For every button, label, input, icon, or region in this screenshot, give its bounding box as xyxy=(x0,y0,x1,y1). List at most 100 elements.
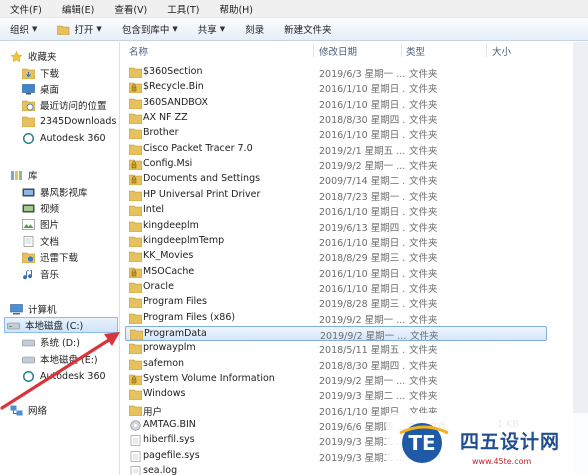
folder-icon xyxy=(129,390,142,401)
folder-icon xyxy=(129,190,142,201)
file-row[interactable]: Documents and Settings 2009/7/14 星期二 ... 文… xyxy=(125,172,547,187)
file-row[interactable]: MSOCache 2016/1/10 星期日 ... 文件夹 xyxy=(125,265,547,280)
computer-header[interactable]: 计算机 xyxy=(10,301,119,317)
file-row[interactable]: safemon 2018/8/30 星期四 ... 文件夹 xyxy=(125,357,547,372)
file-name: 用户 xyxy=(143,406,163,418)
file-type: 文件夹 xyxy=(409,391,438,403)
watermark: TE 四五设计网 www.45te.com xyxy=(386,413,588,475)
folder-icon xyxy=(22,116,35,127)
nav-item-autodesk-360-drive[interactable]: Autodesk 360 xyxy=(22,368,119,384)
nav-item-label: 迅雷下载 xyxy=(40,253,79,264)
open-button[interactable]: 打开 ▼ xyxy=(57,22,102,36)
computer-icon xyxy=(10,303,23,314)
nav-item-label: 桌面 xyxy=(40,85,60,96)
nav-item-music[interactable]: 音乐 xyxy=(22,266,119,282)
nav-item-documents[interactable]: 文档 xyxy=(22,233,119,249)
file-row[interactable]: Windows 2019/9/3 星期二 ... 文件夹 xyxy=(125,387,547,402)
file-type: 文件夹 xyxy=(409,161,438,173)
file-type: 文件夹 xyxy=(409,314,438,326)
file-row[interactable]: HP Universal Print Driver 2018/7/23 星期一 .… xyxy=(125,188,547,203)
nav-item-downloads[interactable]: 下载 xyxy=(22,65,119,81)
file-date: 2019/6/13 星期四 ... xyxy=(319,222,405,234)
file-name: ProgramData xyxy=(144,327,207,339)
column-name-header[interactable]: 名称 xyxy=(129,44,148,58)
file-row[interactable]: Config.Msi 2019/9/2 星期一 ... 文件夹 xyxy=(125,157,547,172)
file-row[interactable]: Program Files 2019/8/28 星期三 ... 文件夹 xyxy=(125,295,547,310)
star-icon xyxy=(10,50,23,62)
file-name: Program Files (x86) xyxy=(143,311,236,323)
network-header[interactable]: 网络 xyxy=(10,402,119,418)
drive-icon xyxy=(7,322,20,329)
autodesk-360-icon xyxy=(22,370,35,382)
column-header-bar: 名称 修改日期 类型 大小 xyxy=(121,42,548,58)
file-name: kingdeeplmTemp xyxy=(143,234,225,246)
file-type: 文件夹 xyxy=(409,115,438,127)
favorites-header[interactable]: 收藏夹 xyxy=(10,48,119,64)
nav-item-recent-places[interactable]: 最近访问的位置 xyxy=(22,97,119,113)
file-row[interactable]: AX NF ZZ 2018/8/30 星期四 ... 文件夹 xyxy=(125,111,547,126)
organize-button[interactable]: 组织 ▼ xyxy=(10,22,37,36)
libraries-header[interactable]: 库 xyxy=(10,167,119,183)
file-row[interactable]: $360Section 2019/6/3 星期一 ... 文件夹 xyxy=(125,65,547,80)
burn-button[interactable]: 刻录 xyxy=(245,22,264,36)
menu-tools[interactable]: 工具(T) xyxy=(167,2,199,16)
nav-item-baofeng-library[interactable]: 暴风影视库 xyxy=(22,184,119,200)
nav-item-local-disk-c[interactable]: 本地磁盘 (C:) xyxy=(4,317,118,333)
menu-file[interactable]: 文件(F) xyxy=(10,2,42,16)
share-button[interactable]: 共享 ▼ xyxy=(198,22,225,36)
file-row[interactable]: Program Files (x86) 2019/9/2 星期一 ... 文件夹 xyxy=(125,311,547,326)
file-row[interactable]: Intel 2016/1/10 星期日 ... 文件夹 xyxy=(125,203,547,218)
column-divider[interactable] xyxy=(313,43,314,57)
file-name: Oracle xyxy=(143,280,174,292)
file-name: pagefile.sys xyxy=(143,449,200,461)
file-date: 2016/1/10 星期日 ... xyxy=(319,268,405,280)
menu-edit[interactable]: 编辑(E) xyxy=(62,2,94,16)
file-row[interactable]: KK_Movies 2018/8/29 星期三 ... 文件夹 xyxy=(125,249,547,264)
menu-view[interactable]: 查看(V) xyxy=(114,2,147,16)
recent-places-icon xyxy=(22,100,35,111)
file-row[interactable]: $Recycle.Bin 2016/1/10 星期日 ... 文件夹 xyxy=(125,80,547,95)
file-row[interactable]: Cisco Packet Tracer 7.0 2019/2/1 星期五 ... 文… xyxy=(125,142,547,157)
file-type: 文件夹 xyxy=(409,345,438,357)
column-type-header[interactable]: 类型 xyxy=(406,44,425,58)
nav-item-system-d[interactable]: 系统 (D:) xyxy=(22,334,119,350)
file-row[interactable]: prowayplm 2018/5/11 星期五 ... 文件夹 xyxy=(125,341,547,356)
folder-icon xyxy=(129,129,142,140)
file-row[interactable]: Brother 2016/1/10 星期日 ... 文件夹 xyxy=(125,126,547,141)
nav-item-pictures[interactable]: 图片 xyxy=(22,216,119,232)
nav-item-videos[interactable]: 视频 xyxy=(22,200,119,216)
libraries-icon xyxy=(11,170,22,180)
chevron-down-icon: ▼ xyxy=(32,25,38,33)
folder-icon xyxy=(129,236,142,247)
file-type: 文件夹 xyxy=(410,330,439,342)
file-name: AX NF ZZ xyxy=(143,112,188,124)
menu-help[interactable]: 帮助(H) xyxy=(219,2,253,16)
open-label: 打开 xyxy=(74,25,94,36)
nav-item-local-disk-e[interactable]: 本地磁盘 (E:) xyxy=(22,351,119,367)
file-type: 文件夹 xyxy=(409,191,438,203)
include-in-library-button[interactable]: 包含到库中 ▼ xyxy=(122,22,178,36)
column-size-header[interactable]: 大小 xyxy=(492,44,511,58)
column-divider[interactable] xyxy=(401,43,402,57)
file-date: 2019/9/2 星期一 ... xyxy=(319,376,405,387)
file-row[interactable]: Oracle 2016/1/10 星期日 ... 文件夹 xyxy=(125,280,547,295)
file-row[interactable]: System Volume Information 2019/9/2 星期一 ..… xyxy=(125,372,547,387)
new-folder-button[interactable]: 新建文件夹 xyxy=(284,22,332,36)
nav-item-2345downloads[interactable]: 2345Downloads xyxy=(22,113,119,129)
file-row-selected[interactable]: ProgramData 2019/9/2 星期一 ... 文件夹 xyxy=(125,325,547,342)
file-name: Documents and Settings xyxy=(143,173,261,185)
column-divider[interactable] xyxy=(486,43,487,57)
locked-folder-icon xyxy=(129,175,142,186)
file-type: 文件夹 xyxy=(409,222,438,234)
vertical-scrollbar[interactable] xyxy=(573,42,588,475)
nav-item-xunlei-downloads[interactable]: 迅雷下载 xyxy=(22,249,119,265)
file-row[interactable]: kingdeeplmTemp 2016/1/10 星期日 ... 文件夹 xyxy=(125,234,547,249)
nav-item-desktop[interactable]: 桌面 xyxy=(22,81,119,97)
favorites-label: 收藏夹 xyxy=(28,52,57,63)
nav-item-label: Autodesk 360 xyxy=(40,132,106,144)
file-row[interactable]: kingdeeplm 2019/6/13 星期四 ... 文件夹 xyxy=(125,219,547,234)
column-modified-header[interactable]: 修改日期 xyxy=(319,44,357,58)
nav-item-autodesk-360[interactable]: Autodesk 360 xyxy=(22,130,119,146)
file-date: 2016/1/10 星期日 ... xyxy=(319,207,405,219)
file-row[interactable]: 360SANDBOX 2016/1/10 星期日 ... 文件夹 xyxy=(125,96,547,111)
